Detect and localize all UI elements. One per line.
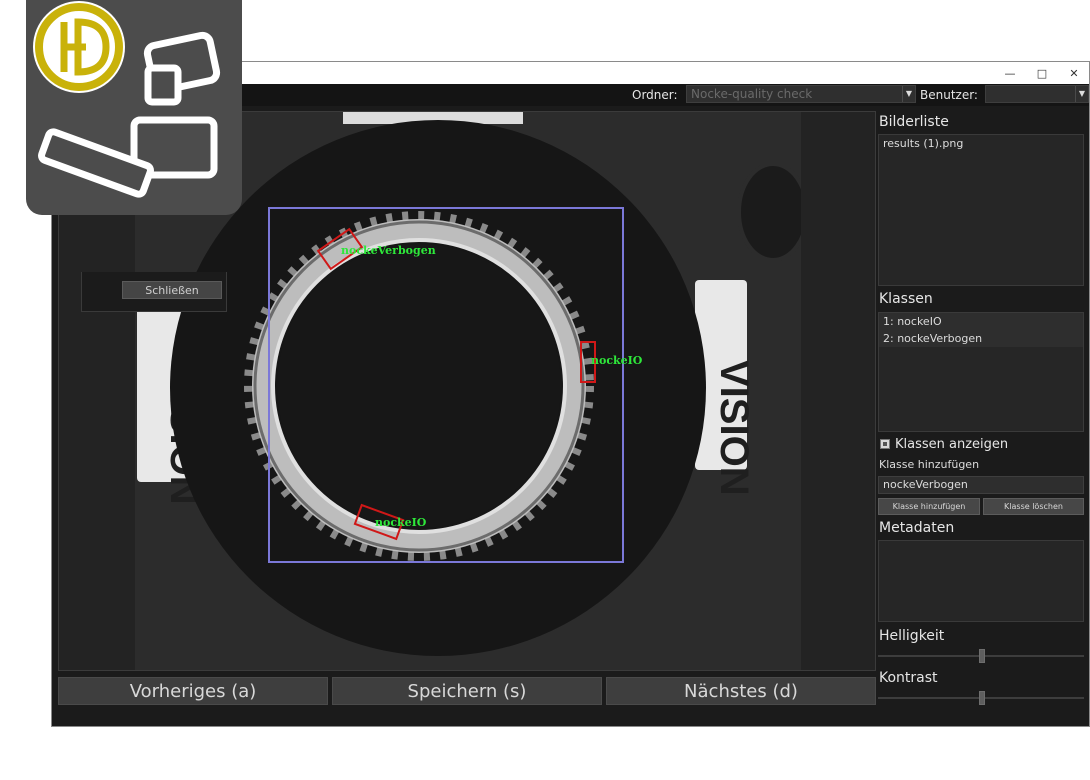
metadata-title: Metadaten — [879, 520, 955, 536]
save-button[interactable]: Speichern (s) — [332, 677, 602, 705]
next-button[interactable]: Nächstes (d) — [606, 677, 876, 705]
image-list[interactable]: results (1).png — [878, 134, 1084, 286]
app-logo-icon — [33, 1, 221, 198]
classes-list[interactable]: 1: nockeIO 2: nockeVerbogen — [878, 312, 1084, 432]
maximize-icon[interactable]: □ — [1027, 62, 1057, 84]
brightness-slider-handle[interactable] — [979, 649, 985, 663]
list-item[interactable]: results (1).png — [879, 135, 1083, 152]
add-class-button[interactable]: Klasse hinzufügen — [878, 498, 980, 515]
chevron-down-icon: ▼ — [902, 86, 915, 102]
image-list-title: Bilderliste — [879, 114, 949, 130]
show-classes-label: Klassen anzeigen — [895, 437, 1009, 452]
photo-card-text-right: VISION — [712, 360, 756, 496]
annotation-label: nockeIO — [591, 354, 643, 367]
close-dialog-button[interactable]: Schließen — [122, 281, 222, 299]
show-classes-checkbox[interactable] — [880, 439, 890, 449]
app-logo — [26, 0, 242, 215]
list-item[interactable]: 1: nockeIO — [879, 313, 1083, 330]
previous-button[interactable]: Vorheriges (a) — [58, 677, 328, 705]
contrast-slider-handle[interactable] — [979, 691, 985, 705]
chevron-down-icon: ▼ — [1075, 86, 1088, 102]
annotation-label: nockeIO — [375, 516, 427, 529]
folder-select-value: Nocke-quality check — [691, 87, 813, 101]
metadata-panel[interactable] — [878, 540, 1084, 622]
classes-title: Klassen — [879, 291, 933, 307]
user-label: Benutzer: — [920, 88, 978, 102]
annotation-label: nockeVerbogen — [341, 244, 436, 257]
folder-select[interactable]: Nocke-quality check ▼ — [686, 85, 916, 103]
user-select[interactable]: ▼ — [985, 85, 1089, 103]
add-class-title: Klasse hinzufügen — [879, 458, 980, 471]
minimize-icon[interactable]: — — [995, 62, 1025, 84]
folder-label: Ordner: — [632, 88, 678, 102]
close-icon[interactable]: ✕ — [1059, 62, 1089, 84]
brightness-label: Helligkeit — [879, 628, 945, 644]
list-item[interactable]: 2: nockeVerbogen — [879, 330, 1083, 347]
dialog-panel: Schließen — [81, 272, 227, 312]
contrast-label: Kontrast — [879, 670, 938, 686]
class-name-input[interactable]: nockeVerbogen — [878, 476, 1084, 494]
delete-class-button[interactable]: Klasse löschen — [983, 498, 1084, 515]
